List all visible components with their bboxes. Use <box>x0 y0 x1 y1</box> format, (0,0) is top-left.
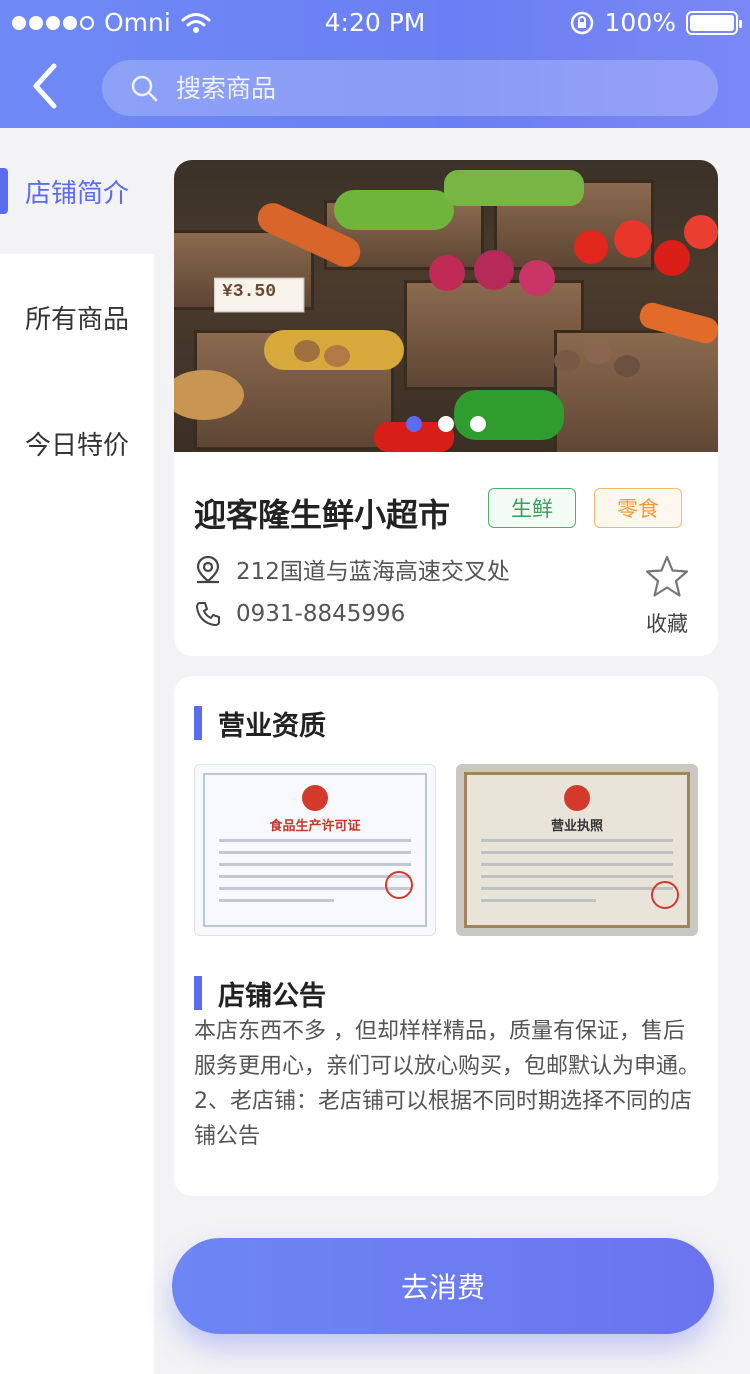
chevron-left-icon <box>33 63 57 109</box>
carousel-dot[interactable] <box>406 416 422 432</box>
emblem-icon <box>564 785 590 811</box>
carousel-dot[interactable] <box>470 416 486 432</box>
price-sign-text: ¥3.50 <box>222 282 277 302</box>
sidebar-item-label: 店铺简介 <box>24 178 129 209</box>
status-bar: Omni 4:20 PM 100% <box>0 0 750 46</box>
battery-percent: 100% <box>604 8 676 37</box>
sidebar: 店铺简介 所有商品 今日特价 <box>0 128 154 1374</box>
location-pin-icon <box>196 555 220 584</box>
sidebar-item-store-intro[interactable]: 店铺简介 <box>0 128 154 254</box>
favorite-label: 收藏 <box>646 612 688 636</box>
go-shopping-button[interactable]: 去消费 <box>172 1238 714 1334</box>
star-icon <box>645 555 689 597</box>
announcement-title: 店铺公告 <box>194 974 326 1013</box>
carousel-dot[interactable] <box>438 416 454 432</box>
store-banner-image[interactable]: ¥3.50 <box>174 160 718 452</box>
certificate-title: 食品生产许可证 <box>269 819 361 834</box>
battery-icon <box>686 10 742 35</box>
phone-icon <box>196 602 220 626</box>
qualification-title: 营业资质 <box>194 704 326 743</box>
store-phone-row[interactable]: 0931-8845996 <box>194 600 405 628</box>
sidebar-item-daily-deals[interactable]: 今日特价 <box>0 380 154 506</box>
favorite-button[interactable]: 收藏 <box>642 554 692 638</box>
rotation-lock-icon <box>570 11 593 34</box>
emblem-icon <box>302 785 328 811</box>
store-info-card: ¥3.50 迎客隆生鲜小超市 生鲜 零食 212国道与蓝海高速交叉处 0931-… <box>174 160 718 656</box>
carousel-dots <box>174 416 718 432</box>
store-address-row: 212国道与蓝海高速交叉处 <box>194 552 510 586</box>
certificate-title: 营业执照 <box>550 819 603 834</box>
back-button[interactable] <box>28 62 68 112</box>
food-license-image[interactable]: 食品生产许可证 <box>194 764 436 936</box>
store-details-card: 营业资质 食品生产许可证 营业执照 店铺公告 本店东西不多 ，但却样样精品，质量… <box>174 676 718 1196</box>
stamp-icon <box>651 881 679 909</box>
category-tag-snacks[interactable]: 零食 <box>594 488 682 528</box>
announcement-text: 本店东西不多 ，但却样样精品，质量有保证，售后服务更用心，亲们可以放心购买，包邮… <box>194 1019 701 1149</box>
store-name: 迎客隆生鲜小超市 <box>194 496 451 534</box>
search-input[interactable] <box>176 73 676 103</box>
search-bar[interactable] <box>102 60 718 116</box>
business-license-image[interactable]: 营业执照 <box>456 764 698 936</box>
sidebar-item-all-products[interactable]: 所有商品 <box>0 254 154 380</box>
sidebar-item-label: 今日特价 <box>24 430 129 461</box>
category-tag-fresh[interactable]: 生鲜 <box>488 488 576 528</box>
sidebar-item-label: 所有商品 <box>24 304 129 335</box>
store-address: 212国道与蓝海高速交叉处 <box>236 559 510 585</box>
go-shopping-label: 去消费 <box>400 1271 485 1304</box>
header: Omni 4:20 PM 100% <box>0 0 750 128</box>
stamp-icon <box>385 871 413 899</box>
store-phone[interactable]: 0931-8845996 <box>236 601 405 627</box>
search-icon <box>131 75 158 102</box>
